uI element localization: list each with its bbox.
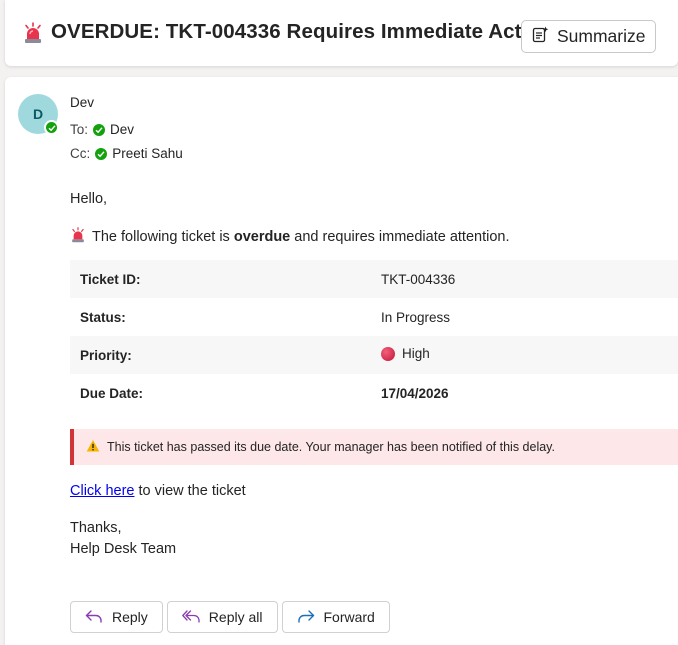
reply-all-button[interactable]: Reply all xyxy=(166,601,278,633)
to-row: To: Dev xyxy=(70,122,134,137)
intro-before: The following ticket is xyxy=(92,229,234,245)
sender-name[interactable]: Dev xyxy=(70,95,94,110)
summarize-label: Summarize xyxy=(557,26,646,46)
cc-label: Cc: xyxy=(70,146,91,161)
priority-label: Priority: xyxy=(80,347,132,363)
intro-line: The following ticket is overdue and requ… xyxy=(70,227,510,247)
ticket-id-label: Ticket ID: xyxy=(80,271,141,287)
cc-row: Cc: Preeti Sahu xyxy=(70,146,183,161)
signature-thanks: Thanks, xyxy=(70,520,122,536)
intro-bold: overdue xyxy=(233,229,291,245)
table-row: Due Date: 17/04/2026 xyxy=(70,374,678,412)
click-here-link[interactable]: Click here xyxy=(70,483,134,499)
warning-icon xyxy=(86,439,100,456)
cc-recipient[interactable]: Preeti Sahu xyxy=(112,146,183,161)
status-label: Status: xyxy=(80,309,126,325)
reply-label: Reply xyxy=(112,609,148,625)
email-subject: OVERDUE: TKT-004336 Requires Immediate A… xyxy=(51,20,553,43)
to-label: To: xyxy=(70,122,89,137)
link-after-text: to view the ticket xyxy=(134,483,246,499)
due-date-label: Due Date: xyxy=(80,385,144,401)
ticket-id-value: TKT-004336 xyxy=(381,271,456,287)
summarize-icon xyxy=(532,26,549,48)
reply-all-icon xyxy=(181,608,200,627)
message-actions: Reply Reply all Forward xyxy=(70,601,390,633)
intro-after: and requires immediate attention. xyxy=(290,229,510,245)
forward-icon xyxy=(297,608,315,627)
signature: Thanks, Help Desk Team xyxy=(70,518,176,560)
to-recipient[interactable]: Dev xyxy=(110,122,134,137)
rotating-light-icon xyxy=(70,227,86,247)
presence-check-icon xyxy=(93,123,106,136)
priority-value: High xyxy=(402,346,430,362)
ticket-details-table: Ticket ID: TKT-004336 Status: In Progres… xyxy=(70,260,678,412)
greeting: Hello, xyxy=(70,191,108,207)
summarize-button[interactable]: Summarize xyxy=(521,20,656,53)
red-circle-icon xyxy=(381,346,395,361)
presence-check-icon xyxy=(95,147,108,160)
reply-all-label: Reply all xyxy=(208,609,263,625)
reply-button[interactable]: Reply xyxy=(70,601,163,633)
due-date-value: 17/04/2026 xyxy=(381,385,449,401)
warning-text: This ticket has passed its due date. You… xyxy=(107,440,555,454)
priority-value-wrap: High xyxy=(381,346,430,361)
table-row: Status: In Progress xyxy=(70,298,678,336)
table-row: Priority: High xyxy=(70,336,678,374)
presence-available-icon xyxy=(44,120,59,135)
forward-button[interactable]: Forward xyxy=(281,601,390,633)
message-card: D Dev To: Dev Cc: Preeti Sahu Hello, The… xyxy=(5,77,678,645)
reply-icon xyxy=(85,608,103,627)
rotating-light-icon xyxy=(23,22,43,44)
table-row: Ticket ID: TKT-004336 xyxy=(70,260,678,298)
subject-bar: OVERDUE: TKT-004336 Requires Immediate A… xyxy=(5,0,678,66)
intro-text: The following ticket is overdue and requ… xyxy=(92,229,510,245)
status-value: In Progress xyxy=(381,309,451,325)
overdue-warning: This ticket has passed its due date. You… xyxy=(70,429,678,465)
ticket-link-line: Click here to view the ticket xyxy=(70,483,246,499)
avatar-initial: D xyxy=(32,106,44,122)
forward-label: Forward xyxy=(323,609,375,625)
priority-cell: High xyxy=(371,336,678,374)
signature-team: Help Desk Team xyxy=(70,541,177,557)
